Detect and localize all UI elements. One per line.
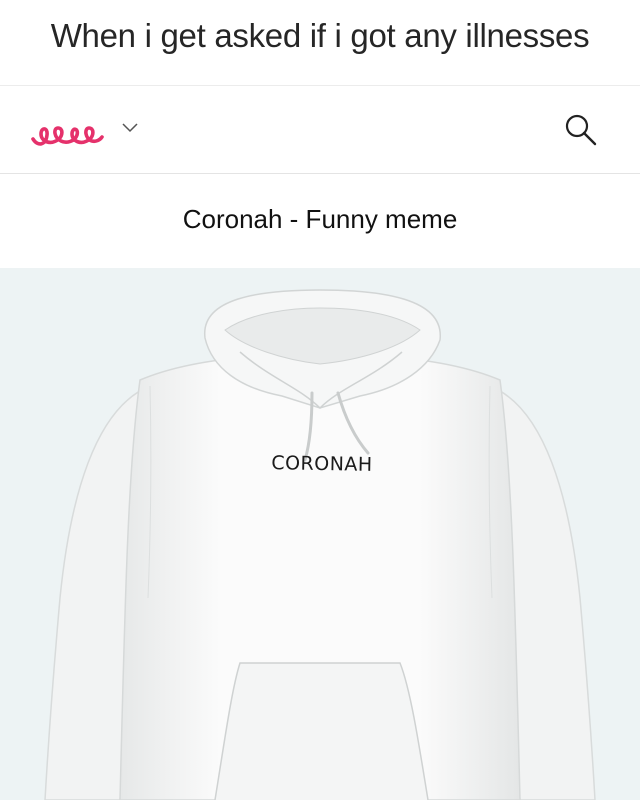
meme-caption-bar: When i get asked if i got any illnesses — [0, 0, 640, 86]
hoodie-print-text: CORONAH — [271, 452, 373, 476]
product-title: Coronah - Funny meme — [182, 204, 458, 234]
site-header — [0, 87, 640, 174]
hoodie-illustration — [44, 289, 596, 800]
chevron-down-icon — [122, 123, 138, 133]
search-icon — [565, 114, 597, 146]
logo-menu-button[interactable] — [30, 117, 140, 153]
product-title-bar: Coronah - Funny meme — [0, 175, 640, 268]
meme-caption: When i get asked if i got any illnesses — [50, 16, 590, 54]
product-image[interactable]: CORONAH — [0, 268, 640, 800]
search-button[interactable] — [560, 111, 600, 151]
logo-icon — [31, 126, 104, 146]
